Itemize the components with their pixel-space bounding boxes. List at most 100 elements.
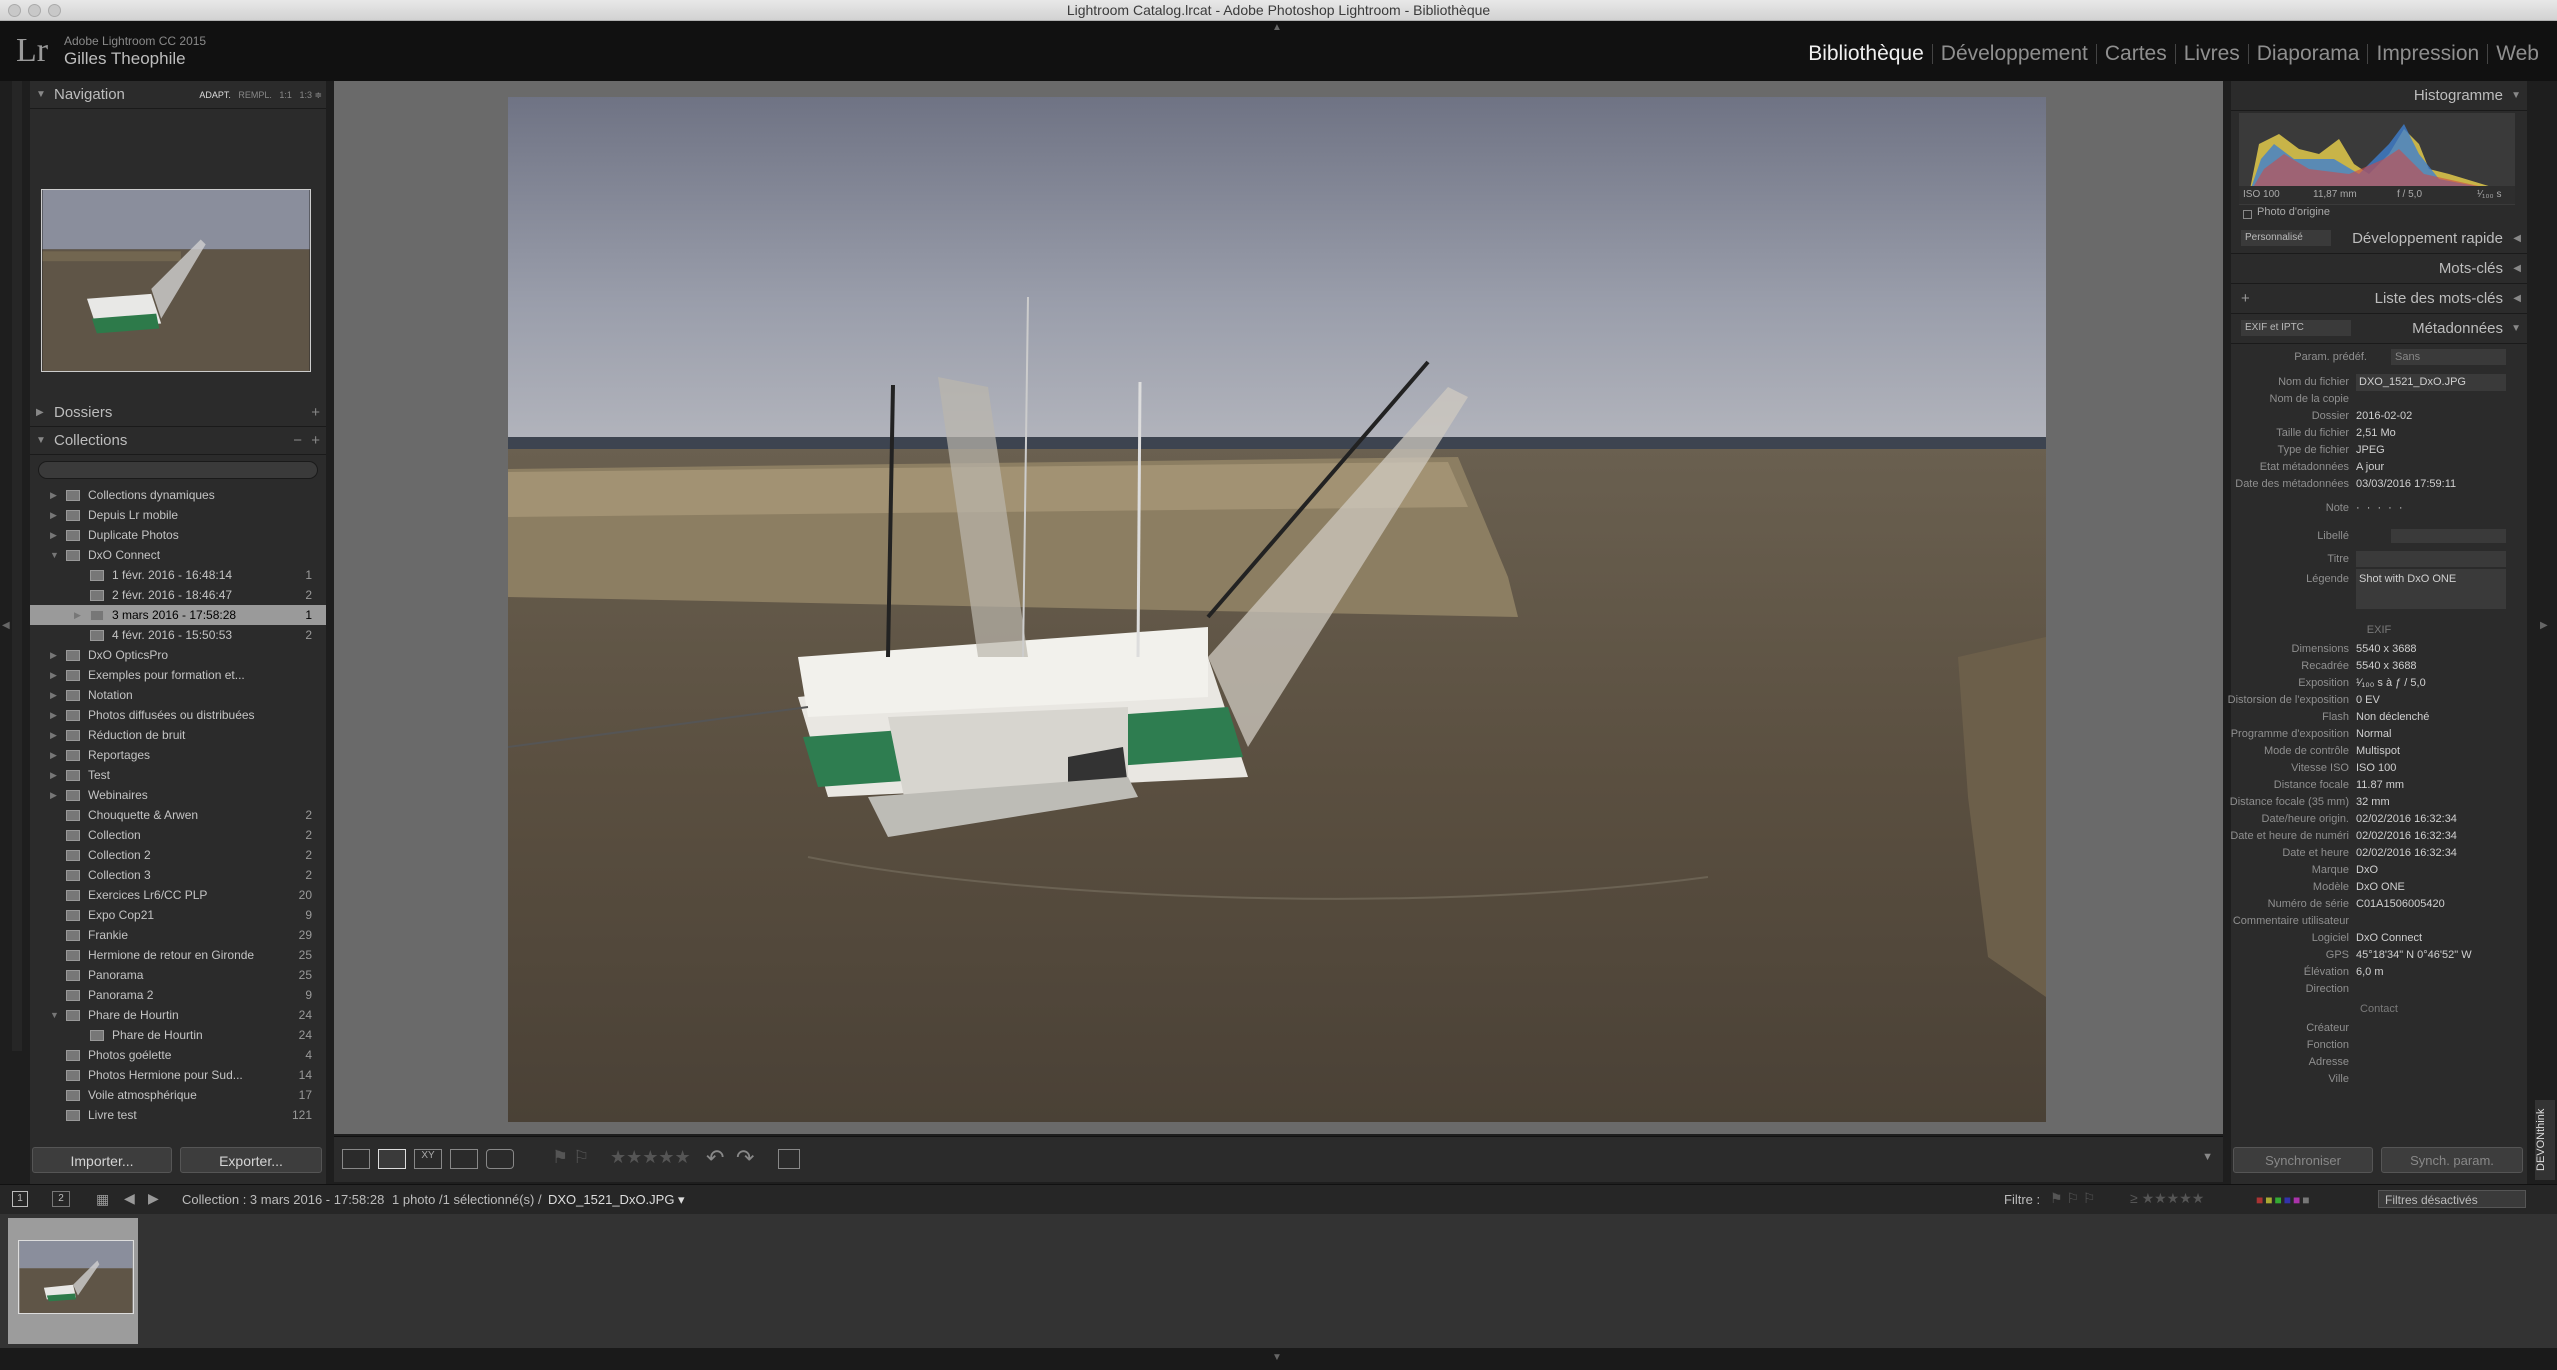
filter-preset-select[interactable]: Filtres désactivés	[2378, 1190, 2526, 1208]
collection-item[interactable]: ▶ Exemples pour formation et...	[30, 665, 326, 685]
collapse-triangle-icon[interactable]: ▼	[50, 545, 59, 565]
metadata-value[interactable]: 5540 x 3688	[2356, 658, 2417, 675]
metadata-value[interactable]: DXO_1521_DxO.JPG	[2356, 374, 2506, 391]
collection-item[interactable]: Exercices Lr6/CC PLP 20	[30, 885, 326, 905]
metadata-preset-select[interactable]: EXIF et IPTC	[2241, 320, 2351, 336]
keywording-header[interactable]: Mots-clés ◀	[2231, 254, 2527, 284]
zoom-fill[interactable]: REMPL.	[238, 90, 272, 100]
metadata-value[interactable]: 45°18'34" N 0°46'52" W	[2356, 947, 2472, 964]
histogram-header[interactable]: Histogramme ▼	[2231, 81, 2527, 111]
collection-item[interactable]: 1 févr. 2016 - 16:48:14 1	[30, 565, 326, 585]
collection-item[interactable]: Photos Hermione pour Sud... 14	[30, 1065, 326, 1085]
people-view-icon[interactable]	[486, 1149, 514, 1169]
grid-icon[interactable]: ▦	[96, 1191, 109, 1208]
rating-dots[interactable]: · · · · ·	[2356, 493, 2405, 523]
zoom-window-icon[interactable]	[48, 4, 61, 17]
metadata-value[interactable]: Multispot	[2356, 743, 2400, 760]
metadata-value[interactable]: 6,0 m	[2356, 964, 2384, 981]
collection-item[interactable]: Collection 3 2	[30, 865, 326, 885]
metadata-value[interactable]: 11.87 mm	[2356, 777, 2404, 794]
title-field[interactable]	[2356, 551, 2506, 567]
preset-select[interactable]: Personnalisé	[2241, 230, 2331, 246]
devonthink-tab[interactable]: DEVONthink	[2535, 1100, 2555, 1180]
collection-item[interactable]: ▶ 3 mars 2016 - 17:58:28 1	[30, 605, 326, 625]
remove-collection-icon[interactable]: −	[293, 427, 302, 455]
back-arrow-icon[interactable]: ◀	[124, 1190, 135, 1207]
collection-item[interactable]: Collection 2 2	[30, 845, 326, 865]
metadata-value[interactable]: 32 mm	[2356, 794, 2390, 811]
caption-field[interactable]: Shot with DxO ONE	[2356, 569, 2506, 609]
collection-item[interactable]: Photos goélette 4	[30, 1045, 326, 1065]
metadata-header[interactable]: EXIF et IPTC Métadonnées ▼	[2231, 314, 2527, 344]
collection-item[interactable]: Collection 2	[30, 825, 326, 845]
filmstrip[interactable]	[0, 1214, 2557, 1348]
filmstrip-thumbnail[interactable]	[18, 1240, 134, 1314]
grid-view-icon[interactable]	[342, 1149, 370, 1169]
forward-arrow-icon[interactable]: ▶	[148, 1190, 159, 1207]
filmstrip-source[interactable]: Collection : 3 mars 2016 - 17:58:28	[182, 1192, 384, 1207]
metadata-value[interactable]: 2016-02-02	[2356, 408, 2412, 425]
collection-item[interactable]: ▼ Phare de Hourtin 24	[30, 1005, 326, 1025]
import-button[interactable]: Importer...	[32, 1147, 172, 1173]
add-folder-icon[interactable]: +	[311, 399, 320, 427]
collection-item[interactable]: ▼ DxO Connect	[30, 545, 326, 565]
toolbar-options-icon[interactable]: ▼	[2202, 1151, 2213, 1163]
metadata-value[interactable]: Non déclenché	[2356, 709, 2429, 726]
sync-settings-button[interactable]: Synch. param.	[2381, 1147, 2523, 1173]
module-library[interactable]: Bibliothèque	[1800, 43, 1932, 64]
expand-triangle-icon[interactable]: ▶	[50, 665, 57, 685]
expand-triangle-icon[interactable]: ▶	[50, 705, 57, 725]
param-select[interactable]: Sans	[2391, 349, 2506, 365]
folders-header[interactable]: ▶ Dossiers +	[30, 399, 326, 427]
expand-triangle-icon[interactable]: ▶	[50, 505, 57, 525]
collapse-triangle-icon[interactable]: ▼	[50, 1005, 59, 1025]
module-map[interactable]: Cartes	[2095, 43, 2175, 64]
minimize-window-icon[interactable]	[28, 4, 41, 17]
metadata-value[interactable]: 2,51 Mo	[2356, 425, 2396, 442]
zoom-fit[interactable]: ADAPT.	[199, 90, 231, 100]
collection-item[interactable]: Panorama 25	[30, 965, 326, 985]
filmstrip-toggle-icon[interactable]: ▼	[1272, 1352, 1282, 1363]
metadata-value[interactable]: ¹⁄₁₀₀ s à ƒ / 5,0	[2356, 675, 2426, 692]
export-button[interactable]: Exporter...	[180, 1147, 322, 1173]
collection-item[interactable]: Phare de Hourtin 24	[30, 1025, 326, 1045]
module-book[interactable]: Livres	[2174, 43, 2248, 64]
quick-develop-header[interactable]: Personnalisé Développement rapide ◀	[2231, 224, 2527, 254]
checkbox-icon[interactable]	[2243, 210, 2252, 219]
main-photo[interactable]	[508, 97, 2046, 1122]
metadata-value[interactable]: C01A1506005420	[2356, 896, 2445, 913]
add-keyword-icon[interactable]: +	[2241, 284, 2250, 314]
original-photo-toggle[interactable]: Photo d'origine	[2231, 206, 2527, 224]
expand-triangle-icon[interactable]: ▶	[50, 485, 57, 505]
collection-item[interactable]: 4 févr. 2016 - 15:50:53 2	[30, 625, 326, 645]
left-scrollbar-track[interactable]	[12, 81, 22, 1051]
sync-button[interactable]: Synchroniser	[2233, 1147, 2373, 1173]
metadata-value[interactable]: 03/03/2016 17:59:11	[2356, 476, 2456, 493]
collection-item[interactable]: Panorama 2 9	[30, 985, 326, 1005]
filter-color-labels[interactable]: ■■■■■■	[2256, 1193, 2312, 1207]
flag-icons[interactable]: ⚑ ⚐	[552, 1147, 589, 1168]
filter-stars-icon[interactable]: ≥ ★★★★★	[2130, 1190, 2204, 1207]
expand-triangle-icon[interactable]: ▶	[50, 785, 57, 805]
left-panel-toggle-icon[interactable]: ◀	[2, 620, 10, 631]
collection-item[interactable]: ▶ Depuis Lr mobile	[30, 505, 326, 525]
collection-item[interactable]: Livre test 121	[30, 1105, 326, 1125]
metadata-value[interactable]: A jour	[2356, 459, 2384, 476]
rating-stars[interactable]: ★★★★★	[610, 1147, 691, 1168]
collection-item[interactable]: ▶ Duplicate Photos	[30, 525, 326, 545]
metadata-value[interactable]: 02/02/2016 16:32:34	[2356, 811, 2457, 828]
metadata-value[interactable]: DxO Connect	[2356, 930, 2422, 947]
zoom-1-3[interactable]: 1:3	[299, 90, 312, 100]
zoom-1-1[interactable]: 1:1	[279, 90, 292, 100]
filmstrip-filename[interactable]: DXO_1521_DxO.JPG ▾	[548, 1192, 685, 1208]
expand-triangle-icon[interactable]: ▶	[74, 605, 81, 625]
module-print[interactable]: Impression	[2367, 43, 2487, 64]
metadata-value[interactable]: 0 EV	[2356, 692, 2380, 709]
collection-item[interactable]: Chouquette & Arwen 2	[30, 805, 326, 825]
survey-view-icon[interactable]	[450, 1149, 478, 1169]
metadata-value[interactable]: ISO 100	[2356, 760, 2396, 777]
collections-header[interactable]: ▼ Collections − +	[30, 427, 326, 455]
expand-triangle-icon[interactable]: ▶	[50, 725, 57, 745]
navigator-preview[interactable]	[30, 109, 326, 399]
collection-item[interactable]: Frankie 29	[30, 925, 326, 945]
